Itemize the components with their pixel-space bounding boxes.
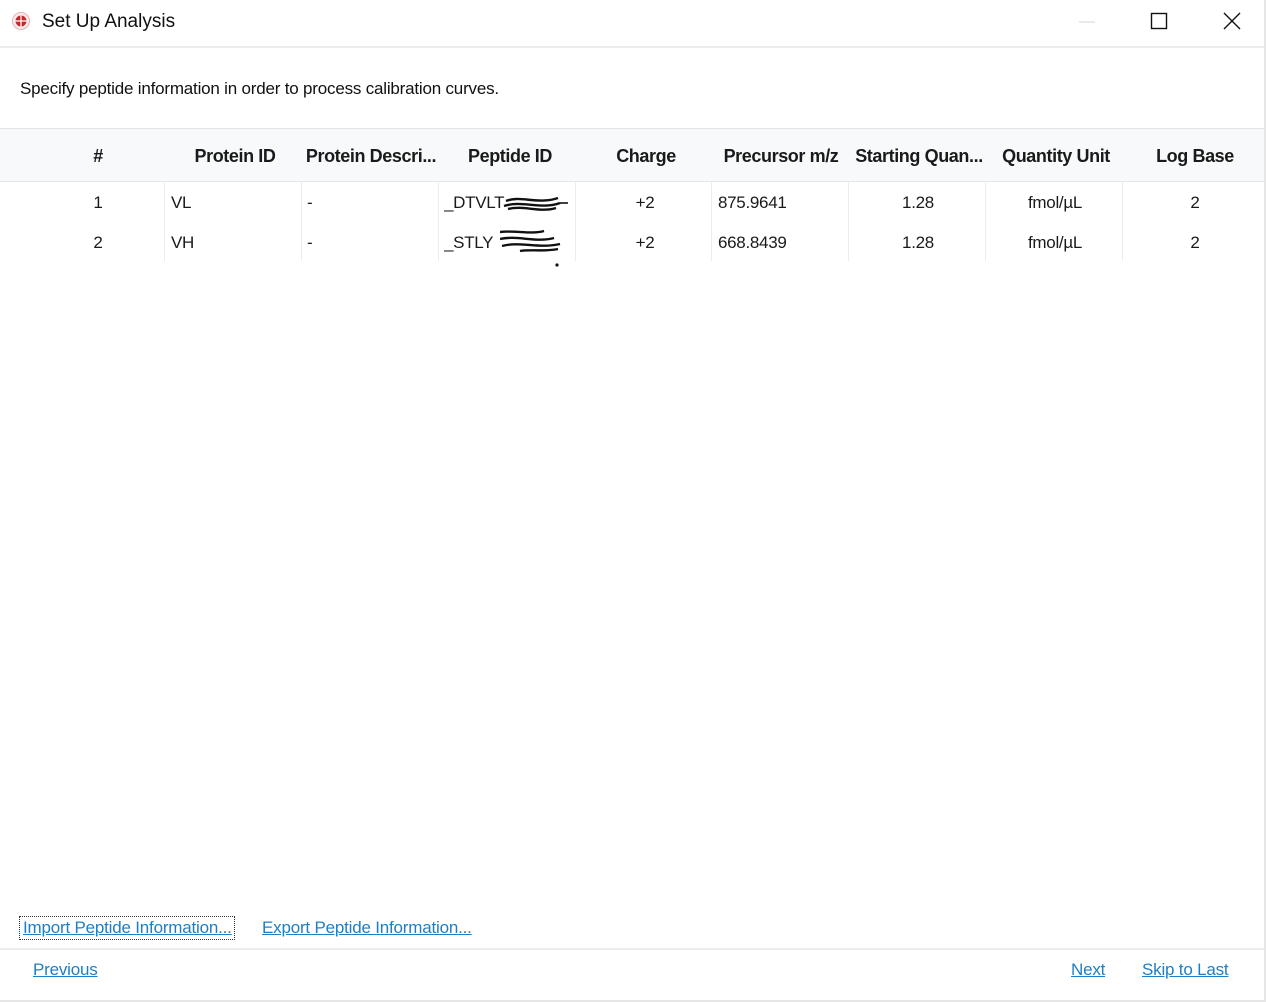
cell-starting-quantity[interactable]: 1.28 (850, 223, 986, 263)
cell-protein-description[interactable]: - (307, 223, 432, 263)
footer-divider (0, 948, 1264, 950)
cell-peptide-id[interactable]: _DTVLT (444, 183, 572, 223)
export-peptide-information-link[interactable]: Export Peptide Information... (262, 918, 472, 938)
maximize-icon (1149, 11, 1169, 36)
close-icon (1222, 11, 1242, 36)
cell-quantity-unit[interactable]: fmol/µL (988, 223, 1122, 263)
cell-protein-id[interactable]: VL (171, 183, 296, 223)
maximize-button[interactable] (1136, 6, 1182, 40)
app-logo-icon (11, 11, 31, 31)
table-header: # Protein ID Protein Descri... Peptide I… (0, 129, 1264, 182)
next-link[interactable]: Next (1071, 960, 1105, 980)
peptide-id-text: _DTVLT (444, 193, 505, 212)
table-row[interactable]: 1 VL - _DTVLT +2 875.9641 1.28 fmol/µL 2 (0, 183, 1264, 223)
cell-protein-description[interactable]: - (307, 183, 432, 223)
cell-charge[interactable]: +2 (578, 183, 712, 223)
column-header-charge[interactable]: Charge (580, 129, 712, 181)
peptide-id-text: _STLY (444, 233, 494, 252)
table-row[interactable]: 2 VH - _STLY +2 668.8439 1.28 fmol/µL 2 (0, 223, 1264, 263)
previous-link[interactable]: Previous (33, 960, 98, 980)
column-header-protein-description[interactable]: Protein Descri... (302, 129, 440, 181)
column-header-starting-quantity[interactable]: Starting Quan... (851, 129, 987, 181)
title-bar: Set Up Analysis (0, 0, 1264, 48)
cell-number[interactable]: 2 (70, 223, 126, 263)
column-header-protein-id[interactable]: Protein ID (178, 129, 292, 181)
cell-charge[interactable]: +2 (578, 223, 712, 263)
instructions-text: Specify peptide information in order to … (20, 79, 499, 98)
column-header-number[interactable]: # (70, 129, 126, 181)
column-header-peptide-id[interactable]: Peptide ID (446, 129, 574, 181)
cell-precursor-mz[interactable]: 875.9641 (718, 183, 846, 223)
cell-precursor-mz[interactable]: 668.8439 (718, 223, 846, 263)
cell-number[interactable]: 1 (70, 183, 126, 223)
import-peptide-information-link[interactable]: Import Peptide Information... (19, 916, 235, 940)
minimize-button[interactable] (1064, 6, 1110, 40)
setup-analysis-window: Set Up Analysis Specify peptide informat… (0, 0, 1266, 1002)
cell-protein-id[interactable]: VH (171, 223, 296, 263)
column-header-log-base[interactable]: Log Base (1128, 129, 1262, 181)
window-title: Set Up Analysis (42, 11, 176, 32)
peptide-table: # Protein ID Protein Descri... Peptide I… (0, 128, 1264, 289)
cell-starting-quantity[interactable]: 1.28 (850, 183, 986, 223)
cell-peptide-id[interactable]: _STLY (444, 223, 572, 263)
column-header-quantity-unit[interactable]: Quantity Unit (990, 129, 1122, 181)
close-button[interactable] (1209, 6, 1255, 40)
cell-log-base[interactable]: 2 (1126, 223, 1264, 263)
skip-to-last-link[interactable]: Skip to Last (1142, 960, 1229, 980)
cell-quantity-unit[interactable]: fmol/µL (988, 183, 1122, 223)
cell-log-base[interactable]: 2 (1126, 183, 1264, 223)
minimize-icon (1077, 11, 1097, 36)
column-header-precursor-mz[interactable]: Precursor m/z (714, 129, 848, 181)
